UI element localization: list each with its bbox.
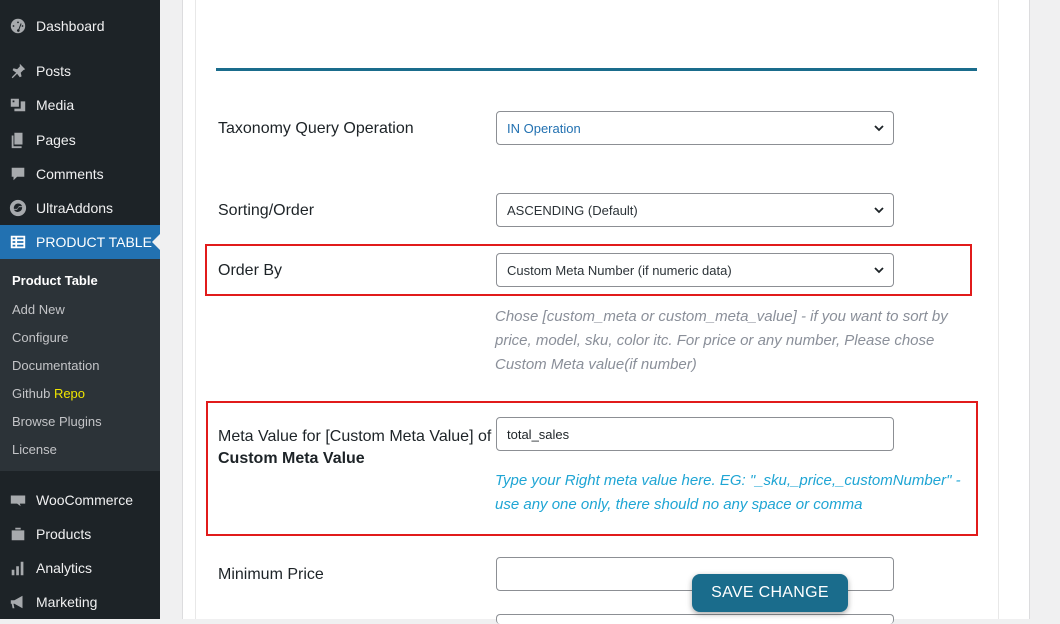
meta-value-input-value: total_sales: [507, 426, 570, 442]
sidebar-item-marketing[interactable]: Marketing: [0, 585, 160, 619]
sidebar-item-pages[interactable]: Pages: [0, 123, 160, 157]
sidebar-item-label: Products: [36, 526, 92, 542]
dashboard-icon: [8, 16, 28, 36]
section-divider: [216, 68, 977, 71]
sorting-order-select[interactable]: ASCENDING (Default): [496, 193, 894, 227]
sorting-order-label: Sorting/Order: [218, 202, 315, 219]
submenu-github-repo[interactable]: Github Repo: [12, 386, 85, 401]
sidebar-item-comments[interactable]: Comments: [0, 157, 160, 191]
comments-icon: [8, 164, 28, 184]
analytics-icon: [8, 558, 28, 578]
github-label: Github: [12, 386, 51, 401]
sidebar-item-media[interactable]: Media: [0, 88, 160, 122]
meta-value-label-text: Meta Value for [Custom Meta Value] of: [218, 428, 492, 445]
taxonomy-query-select[interactable]: IN Operation: [496, 111, 894, 145]
taxonomy-query-label: Taxonomy Query Operation: [218, 120, 414, 137]
next-field-input[interactable]: [496, 614, 894, 624]
sidebar-item-ultraaddons[interactable]: UltraAddons: [0, 191, 160, 225]
sidebar-item-posts[interactable]: Posts: [0, 54, 160, 88]
megaphone-icon: [8, 592, 28, 612]
submenu-product-table[interactable]: Product Table: [12, 273, 98, 288]
sidebar-item-label: Comments: [36, 166, 104, 182]
submenu-documentation[interactable]: Documentation: [12, 358, 99, 373]
meta-value-help-text: Type your Right meta value here. EG: "_s…: [495, 472, 961, 513]
taxonomy-query-value: IN Operation: [507, 120, 581, 136]
sidebar-item-label: Analytics: [36, 560, 93, 576]
sorting-order-value: ASCENDING (Default): [507, 202, 638, 218]
woocommerce-icon: [8, 490, 28, 510]
product-table-submenu: Product Table Add New Configure Document…: [0, 259, 160, 471]
submenu-configure[interactable]: Configure: [12, 330, 68, 345]
order-by-value: Custom Meta Number (if numeric data): [507, 262, 732, 278]
sidebar-item-label: Marketing: [36, 594, 98, 610]
meta-value-input[interactable]: total_sales: [496, 417, 894, 451]
table-icon: [8, 232, 28, 252]
sidebar-item-analytics[interactable]: Analytics: [0, 551, 160, 585]
sidebar-item-label: Pages: [36, 132, 76, 148]
sidebar-item-dashboard[interactable]: Dashboard: [0, 9, 160, 43]
order-by-help-text: Chose [custom_meta or custom_meta_value]…: [495, 308, 948, 373]
submenu-browse-plugins[interactable]: Browse Plugins: [12, 414, 102, 429]
sidebar-item-label: PRODUCT TABLE: [36, 234, 152, 250]
chevron-down-icon: [873, 264, 885, 276]
chevron-down-icon: [873, 122, 885, 134]
admin-sidebar: Dashboard Posts Media Pages Comments Ult…: [0, 0, 160, 619]
repo-label: Repo: [53, 386, 86, 401]
meta-value-label-bold: Custom Meta Value: [218, 450, 365, 467]
sidebar-item-products[interactable]: Products: [0, 517, 160, 551]
media-icon: [8, 95, 28, 115]
sidebar-item-label: Posts: [36, 63, 72, 79]
sidebar-item-label: WooCommerce: [36, 492, 133, 508]
chevron-down-icon: [873, 204, 885, 216]
meta-value-label: Meta Value for [Custom Meta Value] of Cu…: [218, 426, 498, 470]
sidebar-item-label: UltraAddons: [36, 200, 114, 216]
sidebar-item-label: Dashboard: [36, 18, 105, 34]
sidebar-item-product-table[interactable]: PRODUCT TABLE: [0, 225, 160, 259]
order-by-select[interactable]: Custom Meta Number (if numeric data): [496, 253, 894, 287]
submenu-license[interactable]: License: [12, 442, 57, 457]
products-icon: [8, 524, 28, 544]
sidebar-item-label: Media: [36, 97, 75, 113]
pin-icon: [8, 61, 28, 81]
save-change-button[interactable]: SAVE CHANGE: [692, 574, 848, 612]
order-by-label: Order By: [218, 262, 283, 279]
sidebar-item-woocommerce[interactable]: WooCommerce: [0, 483, 160, 517]
ultraaddons-icon: [8, 198, 28, 218]
submenu-add-new[interactable]: Add New: [12, 302, 65, 317]
minimum-price-label: Minimum Price: [218, 566, 324, 583]
pages-icon: [8, 130, 28, 150]
